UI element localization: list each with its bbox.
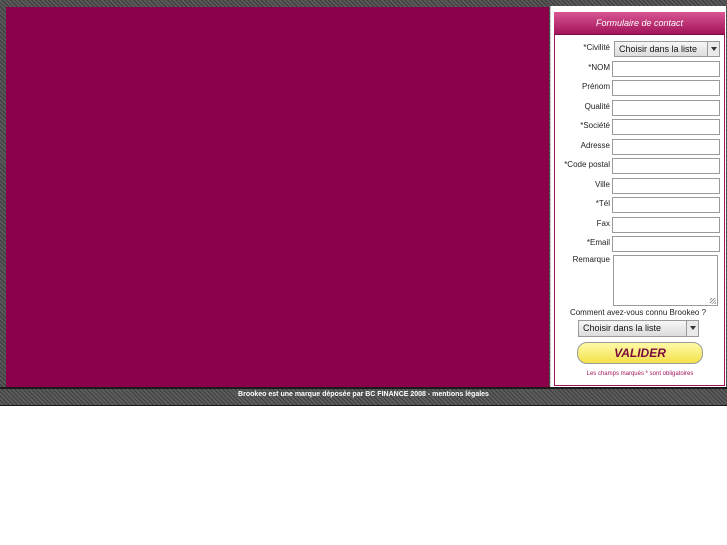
qualite-input[interactable]	[612, 100, 720, 116]
tel-input[interactable]	[612, 197, 720, 213]
code-postal-input[interactable]	[612, 158, 720, 174]
ville-input[interactable]	[612, 178, 720, 194]
row-fax: Fax	[550, 216, 725, 234]
label-prenom: Prénom	[581, 82, 610, 91]
row-email: *Email	[550, 235, 725, 253]
form-title: Formulaire de contact	[595, 18, 684, 28]
remarque-textarea[interactable]	[613, 255, 718, 306]
prenom-input[interactable]	[612, 80, 720, 96]
main-content-panel	[6, 7, 549, 387]
footer-text[interactable]: Brookeo est une marque déposée par BC FI…	[0, 391, 727, 398]
label-remarque: Remarque	[572, 255, 610, 264]
chevron-down-icon	[707, 42, 719, 56]
label-email: *Email	[586, 238, 610, 247]
label-adresse: Adresse	[580, 141, 610, 150]
label-societe: *Société	[580, 121, 610, 130]
civilite-select-value: Choisir dans la liste	[619, 44, 698, 54]
submit-button[interactable]: VALIDER	[577, 342, 703, 364]
row-adresse: Adresse	[550, 138, 725, 156]
label-civilite: *Civilité	[583, 43, 610, 52]
societe-input[interactable]	[612, 119, 720, 135]
civilite-select[interactable]: Choisir dans la liste	[614, 41, 720, 57]
row-qualite: Qualité	[550, 99, 725, 117]
source-select[interactable]: Choisir dans la liste	[578, 320, 699, 337]
row-code-postal: *Code postal	[550, 157, 725, 175]
form-header: Formulaire de contact	[554, 12, 725, 35]
label-fax: Fax	[596, 219, 610, 228]
source-question: Comment avez-vous connu Brookeo ?	[569, 308, 707, 317]
row-nom: *NOM	[550, 60, 725, 78]
row-ville: Ville	[550, 177, 725, 195]
label-nom: *NOM	[588, 63, 610, 72]
chevron-down-icon	[686, 321, 698, 336]
nom-input[interactable]	[612, 61, 720, 77]
required-note: Les champs marqués * sont obligatoires	[586, 371, 694, 377]
row-prenom: Prénom	[550, 79, 725, 97]
label-tel: *Tél	[595, 199, 610, 208]
row-societe: *Société	[550, 118, 725, 136]
adresse-input[interactable]	[612, 139, 720, 155]
email-input[interactable]	[612, 236, 720, 252]
label-ville: Ville	[595, 180, 610, 189]
label-code-postal: *Code postal	[564, 160, 610, 169]
label-qualite: Qualité	[584, 102, 610, 111]
row-tel: *Tél	[550, 196, 725, 214]
fax-input[interactable]	[612, 217, 720, 233]
resize-grip-icon[interactable]	[710, 298, 716, 304]
row-civilite: *Civilité Choisir dans la liste	[550, 40, 725, 58]
source-select-value: Choisir dans la liste	[583, 323, 662, 333]
